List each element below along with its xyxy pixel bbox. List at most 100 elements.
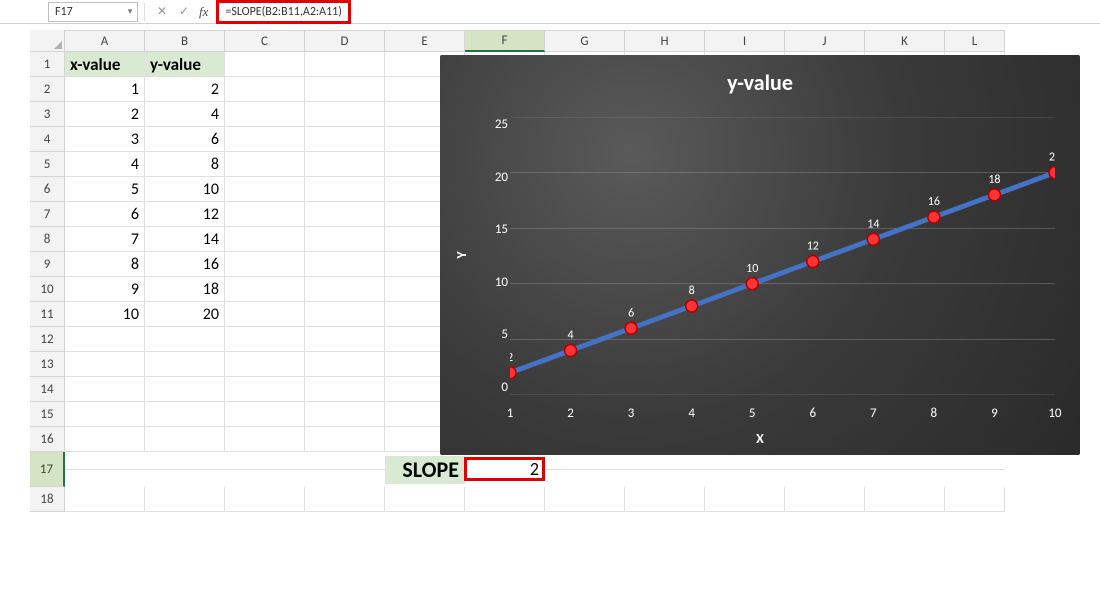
chart-container[interactable]: y-value Y X 2520151050 12345678910 24681… bbox=[440, 55, 1080, 455]
cell-C3[interactable] bbox=[225, 102, 305, 127]
column-header-E[interactable]: E bbox=[385, 30, 465, 52]
column-header-C[interactable]: C bbox=[225, 30, 305, 52]
cell-C4[interactable] bbox=[225, 127, 305, 152]
cell-C11[interactable] bbox=[225, 302, 305, 327]
cell-F18[interactable] bbox=[465, 487, 545, 512]
cell-D3[interactable] bbox=[305, 102, 385, 127]
chart-data-point[interactable] bbox=[1049, 167, 1055, 179]
cell-D9[interactable] bbox=[305, 252, 385, 277]
cell-C2[interactable] bbox=[225, 77, 305, 102]
cell-D14[interactable] bbox=[305, 377, 385, 402]
cell-G18[interactable] bbox=[545, 487, 625, 512]
select-all-corner[interactable] bbox=[30, 30, 65, 52]
cell-B15[interactable] bbox=[145, 402, 225, 427]
chart-data-point[interactable] bbox=[686, 300, 698, 312]
cell-C6[interactable] bbox=[225, 177, 305, 202]
cell-B8[interactable]: 14 bbox=[145, 227, 225, 252]
cell-A7[interactable]: 6 bbox=[65, 202, 145, 227]
cancel-formula-icon[interactable]: ✕ bbox=[153, 3, 171, 21]
cell-A18[interactable] bbox=[65, 487, 145, 512]
cell-C10[interactable] bbox=[225, 277, 305, 302]
column-header-D[interactable]: D bbox=[305, 30, 385, 52]
cell-B17[interactable] bbox=[145, 469, 225, 470]
cell-A8[interactable]: 7 bbox=[65, 227, 145, 252]
cell-B18[interactable] bbox=[145, 487, 225, 512]
row-header-10[interactable]: 10 bbox=[30, 277, 65, 302]
cell-D18[interactable] bbox=[305, 487, 385, 512]
cell-L18[interactable] bbox=[945, 487, 1005, 512]
cell-L17[interactable] bbox=[945, 469, 1005, 470]
row-header-16[interactable]: 16 bbox=[30, 427, 65, 452]
cell-A3[interactable]: 2 bbox=[65, 102, 145, 127]
row-header-11[interactable]: 11 bbox=[30, 302, 65, 327]
cell-D15[interactable] bbox=[305, 402, 385, 427]
column-header-B[interactable]: B bbox=[145, 30, 225, 52]
row-header-12[interactable]: 12 bbox=[30, 327, 65, 352]
cell-D12[interactable] bbox=[305, 327, 385, 352]
cell-C14[interactable] bbox=[225, 377, 305, 402]
row-header-7[interactable]: 7 bbox=[30, 202, 65, 227]
row-header-3[interactable]: 3 bbox=[30, 102, 65, 127]
cell-A15[interactable] bbox=[65, 402, 145, 427]
cell-G17[interactable] bbox=[545, 469, 625, 470]
cell-B10[interactable]: 18 bbox=[145, 277, 225, 302]
column-header-I[interactable]: I bbox=[705, 30, 785, 52]
cell-B1[interactable]: y-value bbox=[145, 52, 225, 77]
cell-D13[interactable] bbox=[305, 352, 385, 377]
cell-C1[interactable] bbox=[225, 52, 305, 77]
cell-C18[interactable] bbox=[225, 487, 305, 512]
cell-D5[interactable] bbox=[305, 152, 385, 177]
cell-C12[interactable] bbox=[225, 327, 305, 352]
cell-D6[interactable] bbox=[305, 177, 385, 202]
column-header-A[interactable]: A bbox=[65, 30, 145, 52]
accept-formula-icon[interactable]: ✓ bbox=[175, 3, 193, 21]
cell-J18[interactable] bbox=[785, 487, 865, 512]
cell-B12[interactable] bbox=[145, 327, 225, 352]
chart-data-point[interactable] bbox=[625, 322, 637, 334]
cell-D2[interactable] bbox=[305, 77, 385, 102]
cell-F17[interactable]: 2 bbox=[465, 458, 545, 481]
row-header-2[interactable]: 2 bbox=[30, 77, 65, 102]
cell-B3[interactable]: 4 bbox=[145, 102, 225, 127]
cell-A11[interactable]: 10 bbox=[65, 302, 145, 327]
row-header-17[interactable]: 17 bbox=[30, 452, 65, 487]
cell-A1[interactable]: x-value bbox=[65, 52, 145, 77]
cell-A4[interactable]: 3 bbox=[65, 127, 145, 152]
cell-C8[interactable] bbox=[225, 227, 305, 252]
cell-K18[interactable] bbox=[865, 487, 945, 512]
cell-I17[interactable] bbox=[705, 469, 785, 470]
row-header-1[interactable]: 1 bbox=[30, 52, 65, 77]
chart-data-point[interactable] bbox=[928, 211, 940, 223]
cell-B6[interactable]: 10 bbox=[145, 177, 225, 202]
chart-data-point[interactable] bbox=[746, 278, 758, 290]
cell-A6[interactable]: 5 bbox=[65, 177, 145, 202]
cell-D11[interactable] bbox=[305, 302, 385, 327]
cell-A9[interactable]: 8 bbox=[65, 252, 145, 277]
cell-A17[interactable] bbox=[65, 469, 145, 470]
column-header-F[interactable]: F bbox=[465, 30, 545, 52]
cell-B11[interactable]: 20 bbox=[145, 302, 225, 327]
name-box[interactable]: F17 ▾ bbox=[48, 2, 138, 22]
cell-B4[interactable]: 6 bbox=[145, 127, 225, 152]
chart-data-point[interactable] bbox=[807, 256, 819, 268]
cell-E17[interactable]: SLOPE bbox=[385, 456, 465, 484]
cell-C13[interactable] bbox=[225, 352, 305, 377]
cell-C15[interactable] bbox=[225, 402, 305, 427]
cell-D16[interactable] bbox=[305, 427, 385, 452]
cell-J17[interactable] bbox=[785, 469, 865, 470]
cell-B2[interactable]: 2 bbox=[145, 77, 225, 102]
cell-D8[interactable] bbox=[305, 227, 385, 252]
cell-C9[interactable] bbox=[225, 252, 305, 277]
cell-C7[interactable] bbox=[225, 202, 305, 227]
cell-C16[interactable] bbox=[225, 427, 305, 452]
cell-K17[interactable] bbox=[865, 469, 945, 470]
column-header-J[interactable]: J bbox=[785, 30, 865, 52]
chart-data-point[interactable] bbox=[510, 367, 516, 379]
row-header-4[interactable]: 4 bbox=[30, 127, 65, 152]
cell-D7[interactable] bbox=[305, 202, 385, 227]
column-header-H[interactable]: H bbox=[625, 30, 705, 52]
row-header-13[interactable]: 13 bbox=[30, 352, 65, 377]
cell-B16[interactable] bbox=[145, 427, 225, 452]
cell-A2[interactable]: 1 bbox=[65, 77, 145, 102]
cell-C5[interactable] bbox=[225, 152, 305, 177]
